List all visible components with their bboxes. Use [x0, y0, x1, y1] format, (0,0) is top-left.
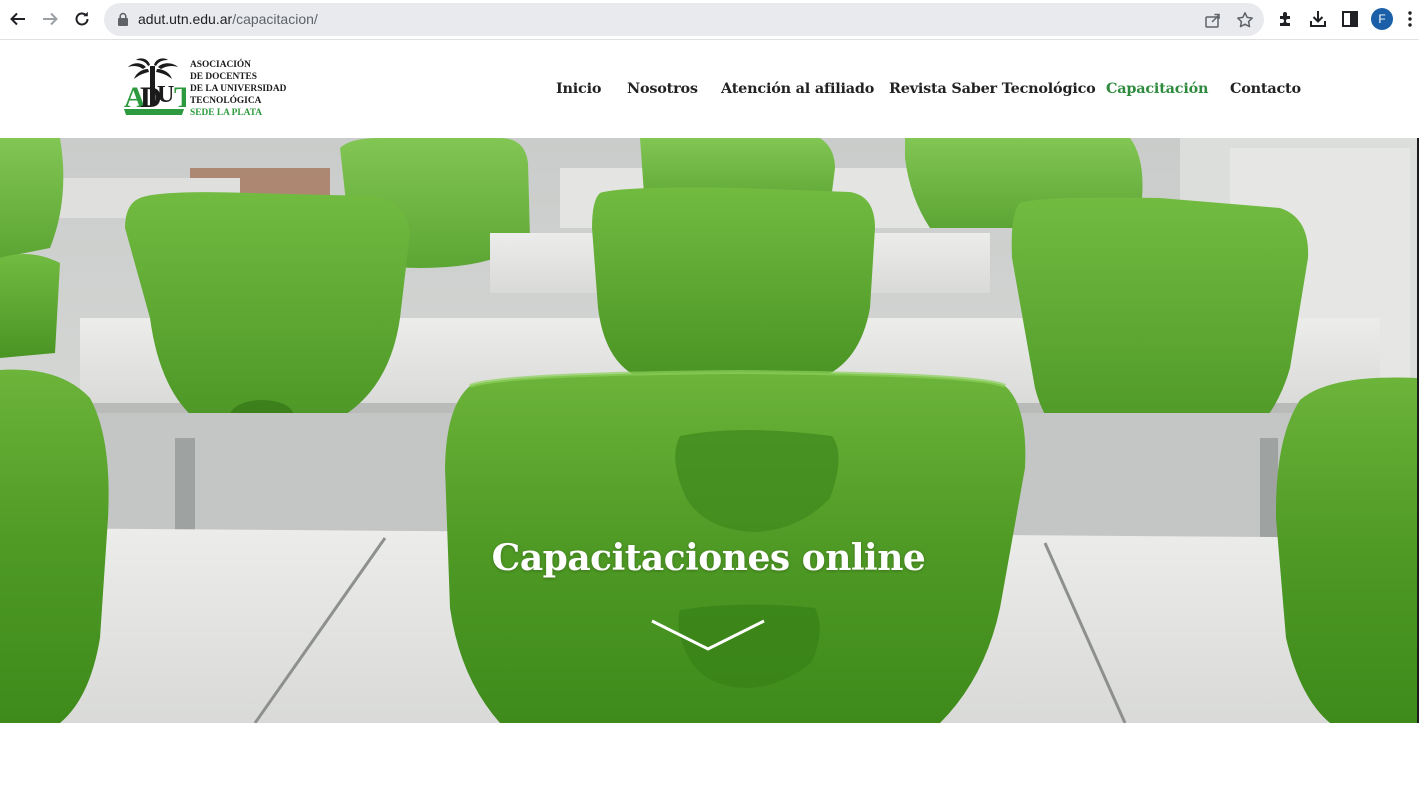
back-icon — [10, 12, 25, 26]
chevron-down-icon[interactable] — [650, 619, 766, 653]
extensions-icon[interactable] — [1276, 9, 1296, 29]
hero-title: Capacitaciones online — [491, 537, 926, 579]
nav-item-revista[interactable]: Revista Saber Tecnológico — [889, 80, 1096, 97]
sidepanel-icon[interactable] — [1340, 9, 1360, 29]
download-icon[interactable] — [1308, 9, 1328, 29]
profile-avatar[interactable]: F — [1371, 8, 1393, 30]
logo-line-1: ASOCIACIÓN — [190, 60, 251, 70]
menu-icon[interactable] — [1404, 9, 1416, 29]
forward-icon — [43, 12, 58, 26]
share-icon[interactable] — [1204, 11, 1222, 29]
star-icon[interactable] — [1236, 11, 1254, 29]
url-domain: adut.utn.edu.ar — [138, 11, 233, 27]
nav-item-nosotros[interactable]: Nosotros — [627, 80, 698, 97]
nav-item-inicio[interactable]: Inicio — [556, 80, 601, 97]
main-nav: Inicio Nosotros Atención al afiliado Rev… — [0, 80, 1419, 102]
nav-item-atencion-afiliado[interactable]: Atención al afiliado — [721, 80, 874, 97]
site-header: A D U T ASOCIACIÓN DE DOCENTES DE LA UNI… — [0, 41, 1419, 138]
lock-icon — [118, 12, 128, 26]
logo-sede: SEDE LA PLATA — [190, 108, 263, 118]
hero-banner: Capacitaciones online — [0, 138, 1417, 723]
url-path: /capacitacion/ — [232, 11, 318, 27]
back-button[interactable] — [5, 6, 31, 32]
reload-button[interactable] — [69, 6, 95, 32]
nav-item-contacto[interactable]: Contacto — [1230, 80, 1301, 97]
url-text: adut.utn.edu.ar/capacitacion/ — [138, 11, 318, 27]
forward-button[interactable] — [37, 6, 63, 32]
reload-icon — [75, 11, 89, 26]
browser-toolbar: adut.utn.edu.ar/capacitacion/ F — [0, 0, 1419, 40]
address-bar[interactable]: adut.utn.edu.ar/capacitacion/ — [104, 3, 1264, 36]
nav-item-capacitacion[interactable]: Capacitación — [1106, 80, 1208, 97]
